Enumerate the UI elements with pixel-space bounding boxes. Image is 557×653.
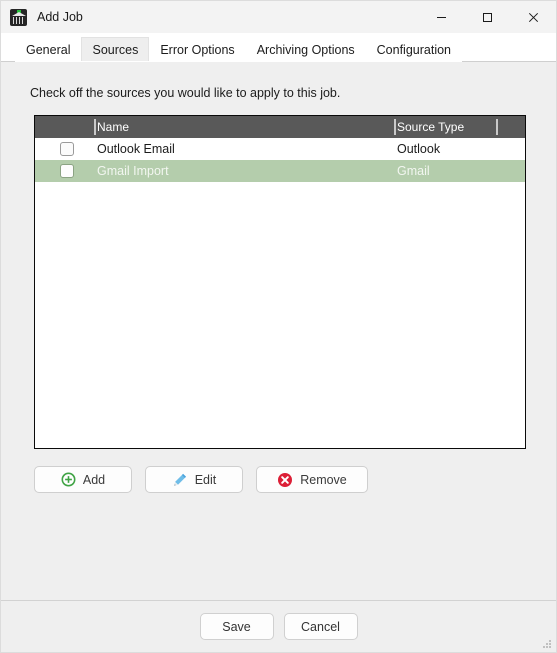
tab-error-options-label: Error Options — [160, 43, 235, 57]
source-checkbox[interactable] — [60, 142, 74, 156]
circle-plus-icon — [61, 472, 76, 487]
tab-sources[interactable]: Sources — [81, 37, 150, 62]
add-button-label: Add — [82, 472, 106, 487]
minimize-icon — [436, 16, 446, 18]
grid-header-source-type[interactable]: Source Type — [397, 116, 464, 138]
dialog-footer: Save Cancel — [1, 600, 556, 652]
window-title: Add Job — [37, 10, 83, 24]
tab-sources-label: Sources — [92, 43, 139, 57]
tab-configuration-label: Configuration — [376, 43, 452, 57]
instruction-text: Check off the sources you would like to … — [30, 86, 341, 100]
grid-header-separator-1[interactable] — [94, 119, 96, 135]
tab-error-options[interactable]: Error Options — [149, 37, 246, 62]
tab-archiving-options-label: Archiving Options — [256, 43, 355, 57]
row-checkbox-cell[interactable] — [60, 160, 74, 182]
titlebar: Add Job — [1, 1, 556, 33]
tab-configuration[interactable]: Configuration — [365, 37, 463, 62]
add-button[interactable]: Add — [34, 466, 132, 493]
grid-header-row: Name Source Type — [35, 116, 525, 138]
edit-button-label: Edit — [194, 472, 217, 487]
maximize-button[interactable] — [464, 1, 510, 33]
sources-panel: Check off the sources you would like to … — [1, 62, 556, 600]
remove-button-label: Remove — [300, 472, 347, 487]
window-controls — [418, 1, 556, 33]
cancel-button-label: Cancel — [301, 619, 340, 634]
tab-list: General Sources Error Options Archiving … — [15, 33, 463, 62]
sources-grid[interactable]: Name Source Type Outlook Email Outlook G… — [34, 115, 526, 449]
row-name: Gmail Import — [97, 164, 169, 178]
app-icon-roof — [11, 11, 26, 16]
grid-header-name[interactable]: Name — [97, 116, 129, 138]
add-job-window: Add Job General Sources Error Options Ar… — [0, 0, 557, 653]
tab-archiving-options[interactable]: Archiving Options — [245, 37, 366, 62]
tab-strip: General Sources Error Options Archiving … — [1, 33, 556, 62]
table-row[interactable]: Outlook Email Outlook — [35, 138, 525, 160]
circle-x-icon — [278, 472, 293, 487]
row-source-type: Gmail — [397, 164, 430, 178]
save-button[interactable]: Save — [199, 613, 274, 640]
edit-button[interactable]: Edit — [145, 466, 243, 493]
row-source-type: Outlook — [397, 142, 441, 156]
minimize-button[interactable] — [418, 1, 464, 33]
maximize-icon — [482, 12, 492, 22]
source-actions: Add Edit Remove — [34, 466, 368, 493]
grid-header-separator-3[interactable] — [496, 119, 498, 135]
remove-button[interactable]: Remove — [256, 466, 368, 493]
row-name: Outlook Email — [97, 142, 175, 156]
close-icon — [528, 12, 538, 22]
archiver-app-icon — [10, 8, 27, 26]
tab-strip-mask — [15, 61, 396, 62]
pencil-icon — [173, 473, 186, 486]
source-checkbox[interactable] — [60, 164, 74, 178]
row-checkbox-cell[interactable] — [60, 138, 74, 160]
cancel-button[interactable]: Cancel — [283, 613, 358, 640]
resize-grip-icon[interactable] — [542, 639, 552, 649]
grid-body: Outlook Email Outlook Gmail Import Gmail — [35, 138, 525, 182]
close-button[interactable] — [510, 1, 556, 33]
tab-general[interactable]: General — [15, 37, 82, 62]
save-button-label: Save — [222, 619, 251, 634]
app-icon-grill — [13, 16, 24, 24]
tab-general-label: General — [26, 43, 71, 57]
table-row[interactable]: Gmail Import Gmail — [35, 160, 525, 182]
grid-header-separator-2[interactable] — [394, 119, 396, 135]
